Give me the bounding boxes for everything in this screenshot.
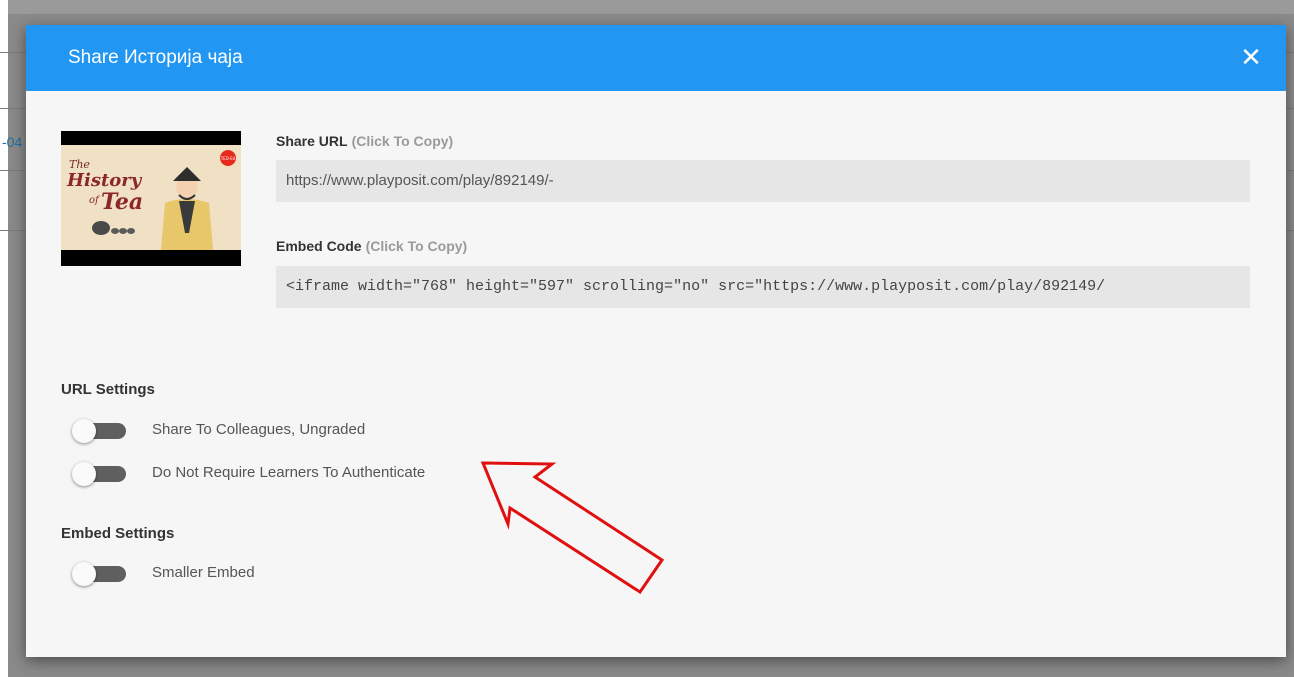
thumb-text-history: History [66, 170, 143, 191]
embed-settings-title: Embed Settings [61, 525, 175, 542]
toggle-label: Share To Colleagues, Ungraded [152, 421, 366, 438]
thumb-badge: TED-Ed [220, 156, 236, 161]
toggle-label: Do Not Require Learners To Authenticate [152, 464, 426, 481]
close-button[interactable]: ✕ [1236, 42, 1266, 72]
dialog-title: Share Историја чаја [68, 47, 243, 68]
embed-code-label: Embed Code [276, 238, 362, 254]
toggle-label: Smaller Embed [152, 564, 255, 581]
toggle-knob [72, 562, 96, 586]
toggle-knob [72, 419, 96, 443]
close-icon: ✕ [1240, 42, 1262, 72]
background-edge [0, 0, 8, 677]
share-url-hint: (Click To Copy) [351, 133, 454, 149]
embed-code-hint: (Click To Copy) [365, 238, 468, 254]
background-text-fragment: -04 [2, 134, 23, 150]
share-url-label-row: Share URL (Click To Copy) [276, 133, 453, 149]
thumb-text-tea: Tea [101, 189, 143, 215]
toggle-knob [72, 462, 96, 486]
share-url-field[interactable]: https://www.playposit.com/play/892149/- [276, 160, 1250, 202]
background-topbar [8, 0, 1294, 14]
embed-code-field[interactable]: <iframe width="768" height="597" scrolli… [276, 266, 1250, 308]
dialog-header: Share Историја чаја ✕ [26, 25, 1286, 91]
video-thumbnail: The History of Tea TED-Ed [61, 131, 241, 266]
share-dialog: Share Историја чаја ✕ The History of Tea [26, 25, 1286, 657]
thumbnail-image: The History of Tea TED-Ed [61, 131, 241, 266]
share-url-label: Share URL [276, 133, 348, 149]
embed-code-label-row: Embed Code (Click To Copy) [276, 238, 467, 254]
url-settings-title: URL Settings [61, 381, 155, 398]
